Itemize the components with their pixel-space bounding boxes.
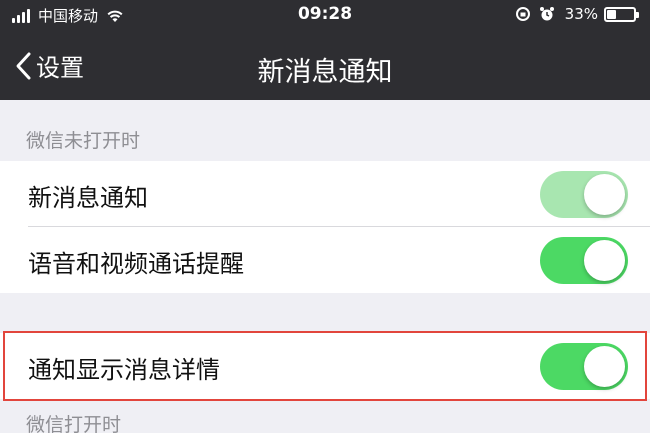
alarm-icon [539, 7, 554, 21]
voice-video-call-alert-toggle[interactable] [540, 237, 628, 284]
row-label: 新消息通知 [28, 184, 148, 212]
toggle-knob [584, 346, 625, 387]
navigation-bar: 设置 新消息通知 [0, 30, 650, 100]
toggle-knob [584, 174, 625, 215]
row-label: 通知显示消息详情 [28, 356, 220, 384]
row-label: 语音和视频通话提醒 [28, 250, 244, 278]
battery-level-fill [607, 9, 616, 19]
new-message-notification-toggle[interactable] [540, 171, 628, 218]
page-title: 新消息通知 [257, 57, 393, 88]
settings-row-voice-video-call-alert: 语音和视频通话提醒 [0, 227, 650, 293]
settings-row-show-message-details: 通知显示消息详情 [0, 333, 650, 399]
status-right: 33% [507, 5, 639, 23]
battery-percent: 33% [564, 5, 598, 23]
toggle-knob [584, 240, 625, 281]
battery-cap [636, 11, 639, 18]
section-header-wechat-open: 微信打开时 [26, 414, 122, 433]
status-bar: 中国移动 09:28 33% [0, 0, 650, 30]
show-message-details-toggle[interactable] [540, 343, 628, 390]
settings-row-new-message-notification: 新消息通知 [0, 161, 650, 227]
lock-rotation-icon [515, 7, 530, 21]
section-header-wechat-closed: 微信未打开时 [26, 130, 141, 152]
screen: 中国移动 09:28 33% 设置 新消息通知 微信未打开时 新消息通知 语音和… [0, 0, 650, 433]
battery-icon [604, 6, 639, 22]
